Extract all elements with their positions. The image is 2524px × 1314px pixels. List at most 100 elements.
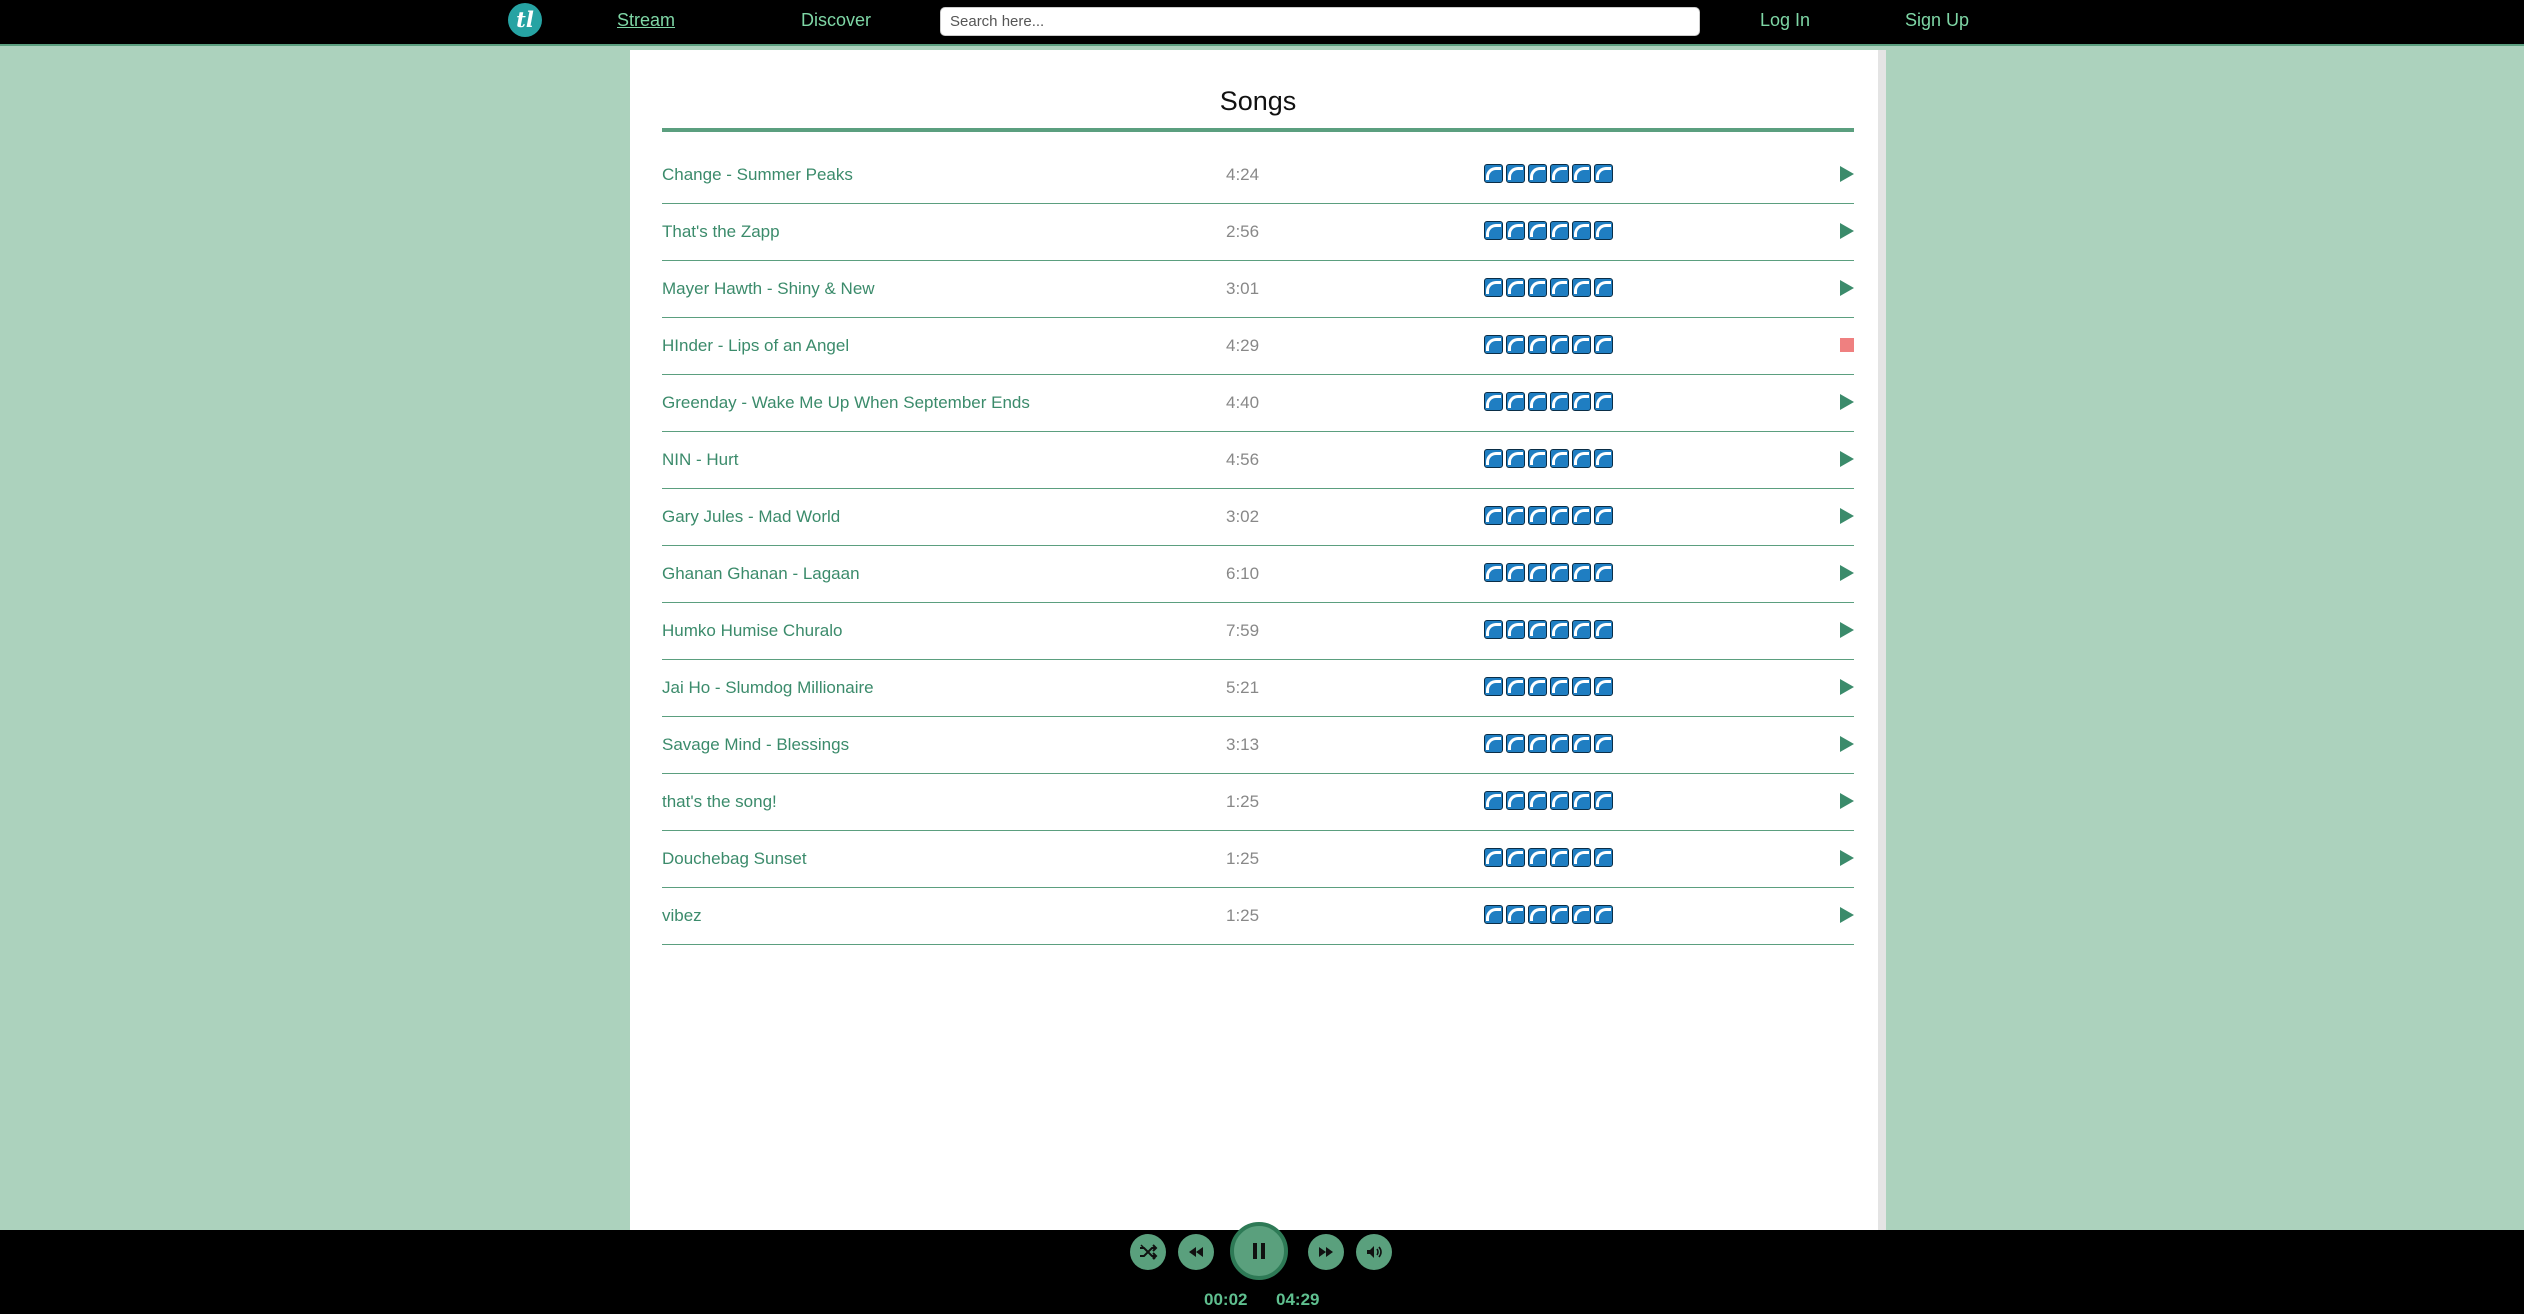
nav-stream-link[interactable]: Stream bbox=[617, 10, 675, 31]
wave-icon[interactable] bbox=[1506, 791, 1525, 810]
wave-icon[interactable] bbox=[1550, 335, 1569, 354]
wave-icon[interactable] bbox=[1572, 278, 1591, 297]
wave-icon[interactable] bbox=[1484, 335, 1503, 354]
wave-icon[interactable] bbox=[1572, 449, 1591, 468]
signup-link[interactable]: Sign Up bbox=[1905, 10, 1969, 31]
wave-icon[interactable] bbox=[1506, 734, 1525, 753]
wave-icon[interactable] bbox=[1484, 791, 1503, 810]
wave-icon[interactable] bbox=[1484, 848, 1503, 867]
wave-icon[interactable] bbox=[1550, 563, 1569, 582]
song-title-link[interactable]: Jai Ho - Slumdog Millionaire bbox=[662, 678, 874, 698]
play-icon[interactable] bbox=[1840, 280, 1854, 296]
wave-icon[interactable] bbox=[1572, 734, 1591, 753]
song-rating[interactable] bbox=[1484, 563, 1613, 585]
song-rating[interactable] bbox=[1484, 164, 1613, 186]
wave-icon[interactable] bbox=[1594, 221, 1613, 240]
song-title-link[interactable]: Humko Humise Churalo bbox=[662, 621, 842, 641]
play-icon[interactable] bbox=[1840, 565, 1854, 581]
play-icon[interactable] bbox=[1840, 451, 1854, 467]
song-rating[interactable] bbox=[1484, 278, 1613, 300]
song-title-link[interactable]: NIN - Hurt bbox=[662, 450, 739, 470]
wave-icon[interactable] bbox=[1594, 278, 1613, 297]
song-rating[interactable] bbox=[1484, 734, 1613, 756]
wave-icon[interactable] bbox=[1484, 620, 1503, 639]
shuffle-button[interactable] bbox=[1130, 1234, 1166, 1270]
wave-icon[interactable] bbox=[1594, 164, 1613, 183]
wave-icon[interactable] bbox=[1484, 392, 1503, 411]
wave-icon[interactable] bbox=[1594, 791, 1613, 810]
song-title-link[interactable]: Savage Mind - Blessings bbox=[662, 735, 849, 755]
wave-icon[interactable] bbox=[1506, 620, 1525, 639]
wave-icon[interactable] bbox=[1506, 164, 1525, 183]
wave-icon[interactable] bbox=[1594, 848, 1613, 867]
song-rating[interactable] bbox=[1484, 335, 1613, 357]
play-icon[interactable] bbox=[1840, 394, 1854, 410]
wave-icon[interactable] bbox=[1506, 392, 1525, 411]
wave-icon[interactable] bbox=[1506, 449, 1525, 468]
wave-icon[interactable] bbox=[1528, 620, 1547, 639]
wave-icon[interactable] bbox=[1594, 677, 1613, 696]
wave-icon[interactable] bbox=[1484, 164, 1503, 183]
nav-discover-link[interactable]: Discover bbox=[801, 10, 871, 31]
song-title-link[interactable]: Ghanan Ghanan - Lagaan bbox=[662, 564, 860, 584]
wave-icon[interactable] bbox=[1506, 335, 1525, 354]
pause-button[interactable] bbox=[1230, 1222, 1288, 1280]
wave-icon[interactable] bbox=[1506, 563, 1525, 582]
wave-icon[interactable] bbox=[1528, 278, 1547, 297]
song-rating[interactable] bbox=[1484, 905, 1613, 927]
song-rating[interactable] bbox=[1484, 848, 1613, 870]
song-title-link[interactable]: Gary Jules - Mad World bbox=[662, 507, 840, 527]
wave-icon[interactable] bbox=[1572, 848, 1591, 867]
wave-icon[interactable] bbox=[1572, 506, 1591, 525]
wave-icon[interactable] bbox=[1506, 221, 1525, 240]
wave-icon[interactable] bbox=[1550, 392, 1569, 411]
wave-icon[interactable] bbox=[1528, 392, 1547, 411]
song-title-link[interactable]: Greenday - Wake Me Up When September End… bbox=[662, 393, 1030, 413]
wave-icon[interactable] bbox=[1528, 791, 1547, 810]
song-title-link[interactable]: HInder - Lips of an Angel bbox=[662, 336, 849, 356]
wave-icon[interactable] bbox=[1506, 506, 1525, 525]
fast-forward-button[interactable] bbox=[1308, 1234, 1344, 1270]
wave-icon[interactable] bbox=[1528, 905, 1547, 924]
song-rating[interactable] bbox=[1484, 221, 1613, 243]
search-input[interactable] bbox=[940, 7, 1700, 36]
wave-icon[interactable] bbox=[1484, 506, 1503, 525]
wave-icon[interactable] bbox=[1528, 335, 1547, 354]
wave-icon[interactable] bbox=[1506, 677, 1525, 696]
wave-icon[interactable] bbox=[1528, 449, 1547, 468]
play-icon[interactable] bbox=[1840, 736, 1854, 752]
wave-icon[interactable] bbox=[1528, 734, 1547, 753]
wave-icon[interactable] bbox=[1484, 563, 1503, 582]
song-title-link[interactable]: Change - Summer Peaks bbox=[662, 165, 853, 185]
play-icon[interactable] bbox=[1840, 850, 1854, 866]
wave-icon[interactable] bbox=[1594, 335, 1613, 354]
play-icon[interactable] bbox=[1840, 166, 1854, 182]
wave-icon[interactable] bbox=[1550, 905, 1569, 924]
play-icon[interactable] bbox=[1840, 907, 1854, 923]
wave-icon[interactable] bbox=[1550, 620, 1569, 639]
wave-icon[interactable] bbox=[1572, 221, 1591, 240]
wave-icon[interactable] bbox=[1550, 677, 1569, 696]
wave-icon[interactable] bbox=[1484, 734, 1503, 753]
wave-icon[interactable] bbox=[1594, 392, 1613, 411]
volume-button[interactable] bbox=[1356, 1234, 1392, 1270]
song-title-link[interactable]: Douchebag Sunset bbox=[662, 849, 807, 869]
wave-icon[interactable] bbox=[1550, 164, 1569, 183]
wave-icon[interactable] bbox=[1594, 506, 1613, 525]
song-rating[interactable] bbox=[1484, 392, 1613, 414]
wave-icon[interactable] bbox=[1572, 392, 1591, 411]
wave-icon[interactable] bbox=[1484, 677, 1503, 696]
wave-icon[interactable] bbox=[1550, 506, 1569, 525]
play-icon[interactable] bbox=[1840, 223, 1854, 239]
wave-icon[interactable] bbox=[1484, 905, 1503, 924]
wave-icon[interactable] bbox=[1528, 506, 1547, 525]
wave-icon[interactable] bbox=[1594, 620, 1613, 639]
wave-icon[interactable] bbox=[1484, 221, 1503, 240]
wave-icon[interactable] bbox=[1484, 278, 1503, 297]
wave-icon[interactable] bbox=[1550, 278, 1569, 297]
wave-icon[interactable] bbox=[1550, 449, 1569, 468]
wave-icon[interactable] bbox=[1550, 221, 1569, 240]
song-title-link[interactable]: that's the song! bbox=[662, 792, 777, 812]
wave-icon[interactable] bbox=[1572, 563, 1591, 582]
wave-icon[interactable] bbox=[1484, 449, 1503, 468]
